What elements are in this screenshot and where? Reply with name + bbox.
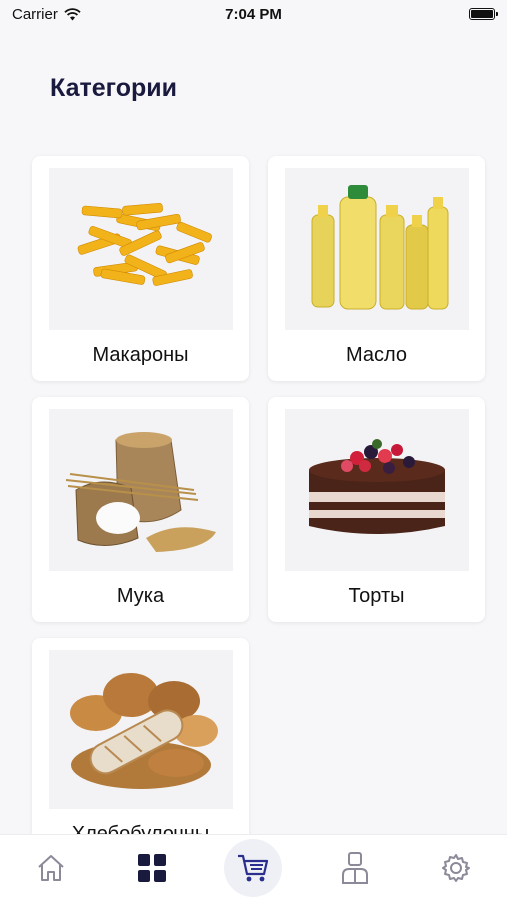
- tab-home[interactable]: [19, 840, 83, 896]
- bread-image: [48, 650, 233, 809]
- tab-settings[interactable]: [424, 840, 488, 896]
- cart-icon: [238, 854, 269, 881]
- home-icon: [38, 854, 64, 881]
- wifi-icon: [64, 7, 81, 20]
- category-card-cakes[interactable]: Торты: [268, 397, 485, 622]
- carrier-label: Carrier: [12, 5, 58, 23]
- category-card-pasta[interactable]: Макароны: [32, 156, 249, 381]
- cart-highlight: [224, 838, 283, 897]
- page-title: Категории: [50, 74, 177, 102]
- tab-cart[interactable]: [221, 838, 285, 897]
- category-label: Макароны: [92, 344, 189, 366]
- flour-image: [48, 409, 233, 571]
- oil-bottles-image: [284, 168, 469, 330]
- tab-account[interactable]: [323, 840, 387, 896]
- status-bar: Carrier 7:04 PM: [0, 0, 507, 28]
- gear-icon: [442, 853, 471, 882]
- tab-categories[interactable]: [120, 840, 184, 896]
- category-label: Торты: [348, 585, 405, 607]
- account-icon: [341, 851, 368, 884]
- category-label: Масло: [345, 344, 408, 366]
- category-card-oil[interactable]: Масло: [268, 156, 485, 381]
- pasta-image: [48, 168, 233, 330]
- category-label: Мука: [116, 585, 165, 607]
- cake-image: [284, 409, 469, 571]
- battery-icon: [469, 8, 498, 20]
- tab-bar: [0, 834, 507, 900]
- grid-icon: [138, 853, 167, 882]
- category-grid: Макароны Масло Мука Торты: [32, 156, 486, 846]
- category-card-bakery[interactable]: Хлебобулочны: [32, 638, 249, 846]
- category-card-flour[interactable]: Мука: [32, 397, 249, 622]
